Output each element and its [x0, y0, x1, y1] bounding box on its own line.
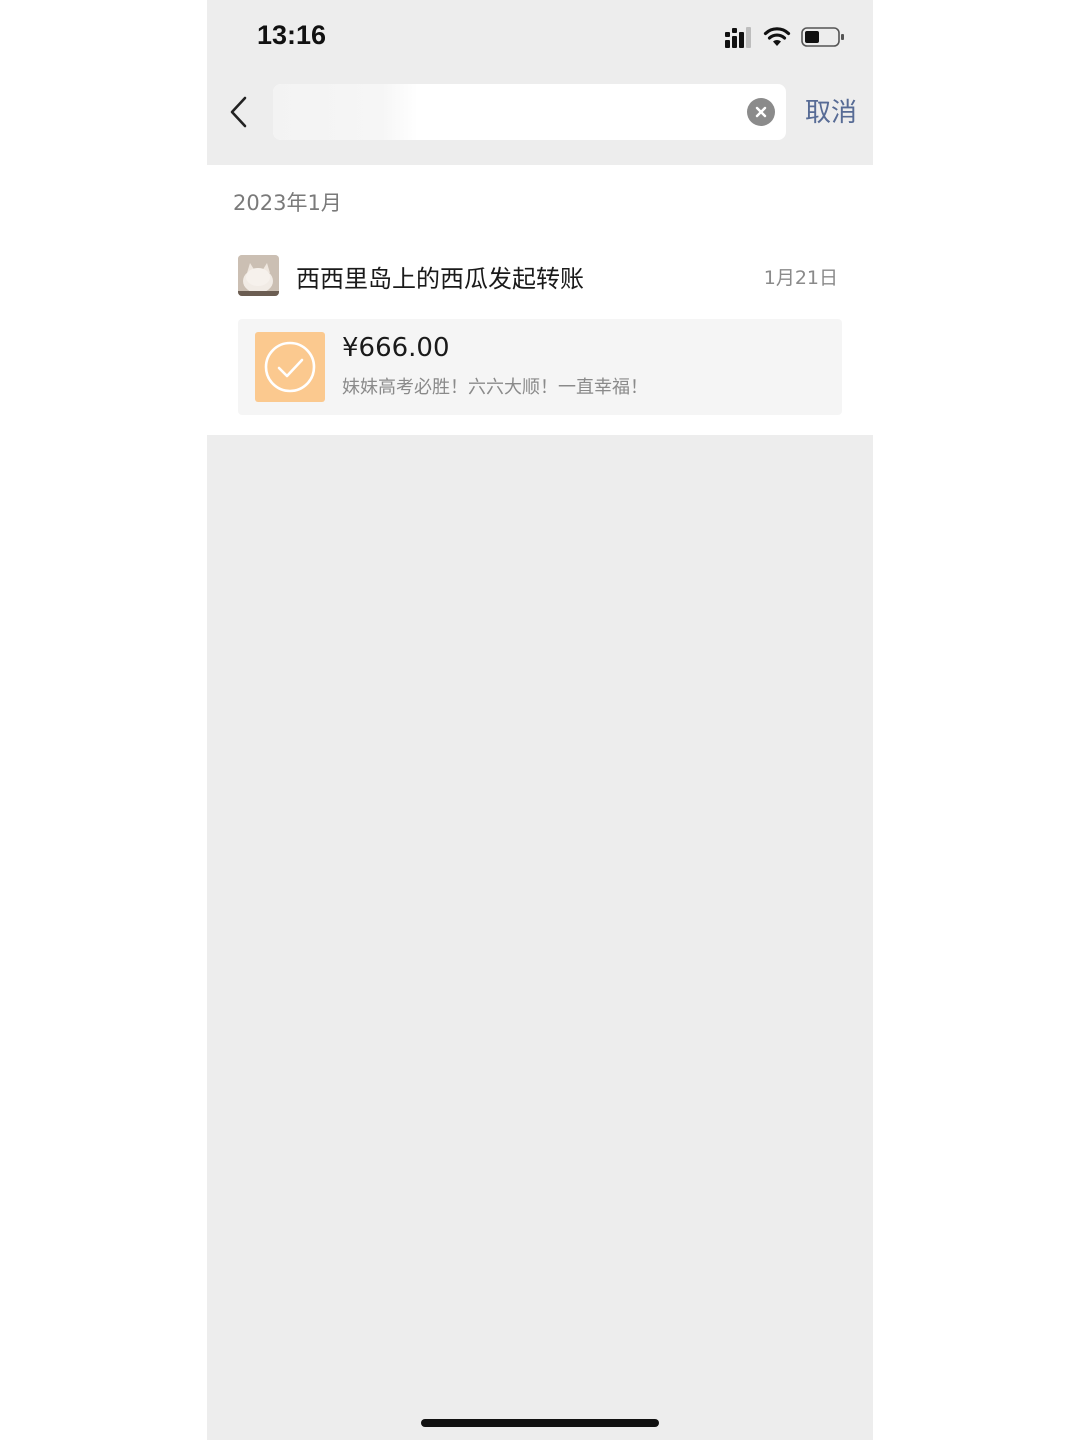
clear-search-button[interactable] — [747, 98, 775, 126]
wifi-icon — [763, 26, 791, 52]
search-results: 2023年1月 西西里岛上的西瓜发起转账 1月21日 ¥666.00 妹妹高考必… — [207, 165, 873, 435]
transfer-note: 妹妹高考必胜！六六大顺！一直幸福！ — [342, 377, 648, 398]
status-bar: 13:16 — [207, 0, 873, 80]
home-indicator[interactable] — [421, 1419, 659, 1427]
cat-avatar-icon — [238, 255, 279, 296]
transfer-card[interactable]: ¥666.00 妹妹高考必胜！六六大顺！一直幸福！ — [238, 319, 842, 415]
result-date: 1月21日 — [763, 267, 838, 289]
back-button[interactable] — [219, 92, 259, 132]
result-title[interactable]: 西西里岛上的西瓜发起转账 — [296, 259, 584, 294]
status-time: 13:16 — [257, 20, 327, 50]
check-circle-icon — [264, 341, 316, 393]
date-group-header: 2023年1月 — [233, 191, 342, 215]
avatar[interactable] — [238, 255, 279, 296]
search-header: 取消 — [207, 80, 873, 165]
transfer-icon-tile — [255, 332, 325, 402]
transfer-amount: ¥666.00 — [342, 333, 450, 363]
search-box[interactable] — [273, 84, 786, 142]
close-icon — [755, 106, 767, 118]
status-icons — [725, 26, 845, 52]
blurred-query — [273, 84, 418, 140]
phone-screen: 13:16 取消 2023年1月 西西里岛上的西瓜发起转账 1月21日 ¥666… — [207, 0, 873, 1440]
signal-icon — [725, 26, 753, 52]
cancel-button[interactable]: 取消 — [805, 92, 857, 129]
chevron-left-icon — [230, 96, 247, 128]
battery-icon — [801, 26, 845, 52]
